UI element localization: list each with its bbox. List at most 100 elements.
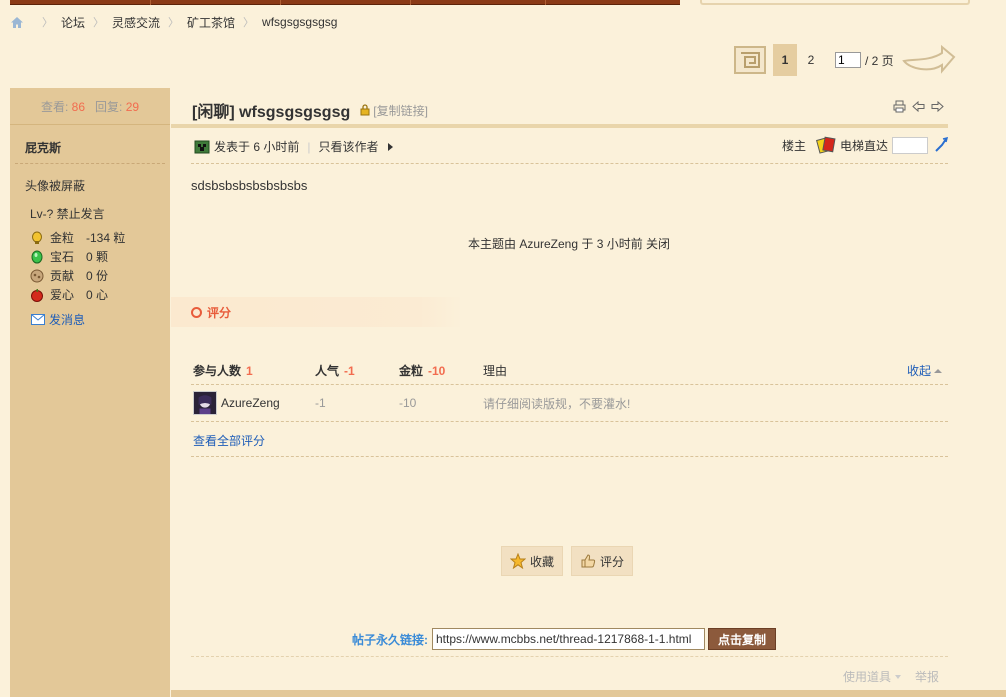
attr-label: 爱心: [50, 288, 75, 302]
post-meta: 发表于 6 小时前 | 只看该作者: [194, 138, 394, 155]
breadcrumb-item-teahouse[interactable]: 矿工茶馆: [187, 14, 235, 31]
attr-label: 宝石: [50, 250, 75, 264]
breadcrumb-item-inspiration[interactable]: 灵感交流: [112, 14, 160, 31]
rate-label[interactable]: 评分: [600, 553, 624, 570]
replies-count: 29: [125, 99, 140, 114]
attr-love: 爱心 0 心: [30, 285, 125, 304]
permalink-label: 帖子永久链接:: [352, 632, 428, 647]
elevator-jump-icon[interactable]: [934, 137, 949, 153]
page-2[interactable]: 2: [799, 44, 823, 76]
rating-header-label: 评分: [207, 305, 232, 320]
rater-avatar[interactable]: [193, 391, 217, 415]
chevron-up-icon: [934, 368, 942, 373]
floor-label: 楼主: [782, 138, 807, 153]
attr-value: 0 份: [86, 269, 109, 283]
lock-icon: [360, 104, 370, 116]
copy-link-button[interactable]: [复制链接]: [373, 102, 428, 119]
breadcrumb-current: wfsgsgsgsgsg: [262, 15, 338, 29]
rating-table: 参与人数 1 人气 -1 金粒 -10 理由 收起 AzureZeng -1 -10 …: [191, 357, 948, 422]
home-icon[interactable]: [10, 16, 24, 29]
next-page-icon[interactable]: [900, 43, 956, 77]
send-message-link[interactable]: 发消息: [31, 311, 85, 328]
author-name[interactable]: 屁克斯: [25, 139, 61, 156]
views-stat: 查看: 86: [41, 98, 85, 115]
attr-gem: 宝石 0 颗: [30, 247, 125, 266]
rater-reason: 请仔细阅读版规，不要灌水!: [483, 396, 631, 411]
envelope-icon: [31, 314, 45, 325]
permalink-url-field[interactable]: [432, 628, 705, 650]
breadcrumb-separator: 〉: [243, 17, 255, 29]
post-time: 发表于 6 小时前: [214, 140, 300, 154]
gold-nugget-icon: [32, 231, 42, 244]
author-attributes: 金粒 -134 粒 宝石 0 颗 贡献 0 份 爱心 0 心: [30, 228, 125, 304]
top-banner-strip: [10, 0, 680, 5]
breadcrumb: 〉 论坛 〉 灵感交流 〉 矿工茶馆 〉 wfsgsgsgsgsg: [10, 13, 337, 31]
permalink-row: 帖子永久链接: 点击复制: [352, 628, 777, 650]
title-divider: [171, 124, 948, 128]
thread-title: [闲聊] wfsgsgsgsgsg: [192, 104, 351, 121]
bottom-border: [171, 690, 1006, 697]
collapse-label[interactable]: 收起: [907, 362, 931, 379]
breadcrumb-separator: 〉: [93, 17, 105, 29]
next-thread-icon[interactable]: [931, 100, 944, 113]
rating-table-header: 参与人数 1 人气 -1 金粒 -10 理由 收起: [191, 357, 948, 385]
col-participants: 参与人数 1: [191, 362, 315, 379]
post-divider: [191, 163, 948, 164]
participants-count: 1: [246, 364, 253, 378]
avatar-hidden-note: 头像被屏蔽: [25, 179, 86, 193]
previous-thread-icon[interactable]: [912, 100, 925, 113]
post-footer-tools: 使用道具 举报: [843, 668, 939, 685]
views-count: 86: [71, 99, 85, 114]
back-list-icon[interactable]: [733, 43, 769, 77]
thread-closed-note: 本主题由 AzureZeng 于 3 小时前 关闭: [468, 237, 671, 251]
post-body: sdsbsbsbsbsbsbsbs: [191, 178, 308, 193]
table-row: AzureZeng -1 -10 请仔细阅读版规，不要灌水!: [191, 385, 948, 422]
apple-heart-icon: [31, 288, 43, 302]
floor-tools: 楼主 电梯直达: [782, 136, 949, 154]
collapse-rating-button[interactable]: 收起: [907, 362, 942, 379]
rate-button[interactable]: 评分: [571, 546, 634, 576]
pagination: 1 2 / 2 页: [733, 43, 956, 77]
view-all-ratings-link[interactable]: 查看全部评分: [193, 432, 265, 449]
popularity-total: -1: [344, 364, 355, 378]
attr-gold: 金粒 -134 粒: [30, 228, 125, 247]
star-icon: [510, 553, 526, 569]
elevator-label: 电梯直达: [840, 138, 889, 153]
author-level: Lv-? 禁止发言: [30, 207, 105, 221]
col-popularity: 人气 -1: [315, 362, 399, 379]
rating-header: 评分: [171, 297, 463, 327]
thread-title-row: [闲聊] wfsgsgsgsgsg [复制链接]: [192, 98, 428, 122]
send-message-label[interactable]: 发消息: [49, 311, 85, 328]
attr-value: 0 颗: [86, 250, 109, 264]
meta-separator: |: [307, 139, 311, 154]
favorite-button[interactable]: 收藏: [501, 546, 564, 576]
only-author-link[interactable]: 只看该作者: [318, 138, 378, 155]
breadcrumb-separator: 〉: [42, 17, 53, 29]
replies-label: 回复:: [95, 99, 123, 114]
creeper-online-icon: [194, 140, 210, 153]
print-icon[interactable]: [893, 100, 906, 113]
rater-popularity: -1: [315, 396, 326, 410]
report-button[interactable]: 举报: [915, 668, 939, 685]
yellow-red-card-icon: [816, 136, 836, 154]
participants-label: 参与人数: [193, 364, 242, 378]
page-jump-input[interactable]: [835, 52, 861, 68]
col-reason: 理由: [483, 364, 508, 378]
author-divider: [15, 163, 165, 164]
rating-divider: [191, 456, 948, 457]
elevator-floor-input[interactable]: [892, 136, 929, 154]
attr-label: 贡献: [50, 269, 75, 283]
footer-divider: [191, 656, 948, 657]
page-1[interactable]: 1: [773, 44, 797, 76]
rater-name[interactable]: AzureZeng: [221, 396, 280, 410]
attr-value: -134 粒: [86, 231, 126, 245]
top-right-decoration: [700, 0, 970, 5]
use-tool-button[interactable]: 使用道具: [843, 668, 891, 685]
breadcrumb-item-forum[interactable]: 论坛: [61, 14, 85, 31]
chevron-down-icon[interactable]: [895, 674, 902, 679]
gold-total: -10: [428, 364, 446, 378]
play-arrow-icon[interactable]: [388, 142, 394, 151]
copy-permalink-button[interactable]: 点击复制: [708, 628, 777, 650]
favorite-label[interactable]: 收藏: [530, 553, 554, 570]
col-gold: 金粒 -10: [399, 362, 483, 379]
